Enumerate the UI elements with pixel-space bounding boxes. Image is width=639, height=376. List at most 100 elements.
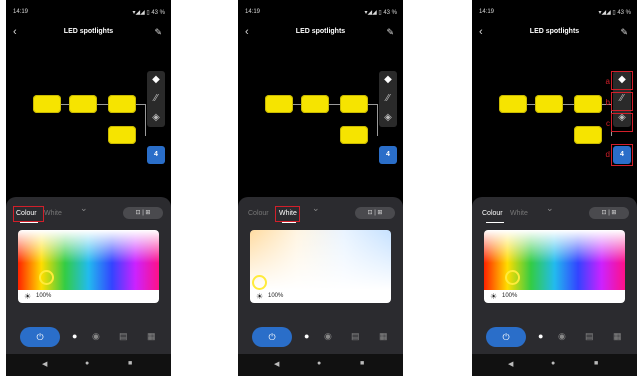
connector-line [145, 104, 146, 136]
spotlight-tile[interactable] [69, 95, 97, 113]
bulb-icon[interactable]: ● [538, 331, 543, 341]
tab-colour[interactable]: Colour [482, 210, 503, 217]
spotlight-tile[interactable] [108, 95, 136, 113]
nav-home-icon[interactable]: ● [85, 360, 89, 367]
schedule-icon[interactable]: ▦ [147, 331, 156, 342]
highlight-box [275, 206, 300, 222]
annotation-d: d [605, 150, 610, 159]
tab-colour[interactable]: Colour [248, 210, 269, 217]
chevron-down-icon[interactable]: ⌄ [546, 203, 554, 214]
highlight-box-d [611, 144, 633, 166]
schedule-icon[interactable]: ▦ [613, 331, 622, 342]
system-nav-bar: ◀ ● ■ [238, 354, 403, 376]
app-header: ‹ LED spotlights ✎ [238, 26, 403, 42]
tab-white[interactable]: White [44, 210, 62, 217]
brightness-slider[interactable]: ☀ 100% [18, 290, 159, 303]
nav-home-icon[interactable]: ● [317, 360, 321, 367]
palette-icon[interactable]: ◉ [92, 331, 100, 342]
selected-count-badge[interactable]: 4 [379, 146, 397, 164]
colour-picker-area[interactable] [484, 230, 625, 290]
sun-icon: ☀ [490, 292, 498, 301]
nav-back-icon[interactable]: ◀ [274, 360, 279, 368]
status-icons: ▾◢◢ ▯ 43 % [364, 10, 397, 16]
status-icons: ▾◢◢ ▯ 43 % [598, 10, 631, 16]
colour-picker-knob[interactable] [39, 270, 54, 285]
brightness-slider[interactable]: ☀ 100% [484, 290, 625, 303]
chevron-down-icon[interactable]: ⌄ [80, 203, 88, 214]
nav-back-icon[interactable]: ◀ [508, 360, 513, 368]
view-toggle-pill[interactable]: ⊡ | ⊞ [589, 207, 629, 219]
scene-icon[interactable]: ▤ [585, 331, 594, 342]
status-bar: 14:19 ▾◢◢ ▯ 43 % [13, 9, 165, 19]
colour-picker-knob[interactable] [505, 270, 520, 285]
nav-recents-icon[interactable]: ■ [128, 360, 132, 367]
highlight-box [13, 206, 44, 222]
page-title: LED spotlights [63, 28, 114, 35]
phone-screen-tools: 14:19 ▾◢◢ ▯ 43 % ‹ LED spotlights ✎ ◆ ⁄⁄… [472, 0, 637, 376]
colour-picker-area[interactable] [18, 230, 159, 290]
eraser-icon[interactable]: ◈ [379, 109, 397, 127]
view-toggle-pill[interactable]: ⊡ | ⊞ [355, 207, 395, 219]
nav-recents-icon[interactable]: ■ [360, 360, 364, 367]
status-bar: 14:19 ▾◢◢ ▯ 43 % [245, 9, 397, 19]
sun-icon: ☀ [24, 292, 32, 301]
palette-icon[interactable]: ◉ [324, 331, 332, 342]
fill-bucket-icon[interactable]: ◆ [147, 71, 165, 89]
spotlight-tile[interactable] [499, 95, 527, 113]
edit-pencil-icon[interactable]: ✎ [154, 27, 162, 38]
sun-icon: ☀ [256, 292, 264, 301]
tab-underline [486, 222, 504, 223]
nav-home-icon[interactable]: ● [551, 360, 555, 367]
pen-icon[interactable]: ⁄⁄ [379, 90, 397, 108]
scene-icon[interactable]: ▤ [351, 331, 360, 342]
tab-underline [282, 222, 296, 223]
status-time: 14:19 [479, 9, 495, 15]
bottom-nav: ⏻ ● ◉ ▤ ▦ [6, 325, 171, 351]
status-bar: 14:19 ▾◢◢ ▯ 43 % [479, 9, 631, 19]
tab-white[interactable]: White [510, 210, 528, 217]
highlight-box-a [611, 71, 633, 90]
eraser-icon[interactable]: ◈ [147, 109, 165, 127]
view-toggle-pill[interactable]: ⊡ | ⊞ [123, 207, 163, 219]
edit-pencil-icon[interactable]: ✎ [386, 27, 394, 38]
spotlight-tile[interactable] [574, 95, 602, 113]
selected-count-badge[interactable]: 4 [147, 146, 165, 164]
brightness-slider[interactable]: ☀ 100% [250, 290, 391, 303]
phone-screen-colour: 14:19 ▾◢◢ ▯ 43 % ‹ LED spotlights ✎ ◆ ⁄⁄… [6, 0, 171, 376]
scene-icon[interactable]: ▤ [119, 331, 128, 342]
spotlight-tile[interactable] [340, 126, 368, 144]
status-icons: ▾◢◢ ▯ 43 % [132, 10, 165, 16]
power-button[interactable]: ⏻ [252, 327, 292, 347]
app-header: ‹ LED spotlights ✎ [472, 26, 637, 42]
white-temperature-area[interactable] [250, 230, 391, 290]
power-button[interactable]: ⏻ [20, 327, 60, 347]
nav-back-icon[interactable]: ◀ [42, 360, 47, 368]
bulb-icon[interactable]: ● [304, 331, 309, 341]
spotlight-tile[interactable] [108, 126, 136, 144]
spotlight-tile[interactable] [301, 95, 329, 113]
chevron-down-icon[interactable]: ⌄ [312, 203, 320, 214]
connector-line [377, 104, 378, 136]
annotation-c: c [606, 119, 610, 128]
page-title: LED spotlights [295, 28, 346, 35]
tool-palette: ◆ ⁄⁄ ◈ [147, 71, 165, 127]
nav-recents-icon[interactable]: ■ [594, 360, 598, 367]
system-nav-bar: ◀ ● ■ [6, 354, 171, 376]
tab-underline [20, 222, 38, 223]
brightness-value: 100% [36, 293, 52, 299]
spotlight-tile[interactable] [265, 95, 293, 113]
power-button[interactable]: ⏻ [486, 327, 526, 347]
schedule-icon[interactable]: ▦ [379, 331, 388, 342]
palette-icon[interactable]: ◉ [558, 331, 566, 342]
white-picker-knob[interactable] [252, 275, 267, 290]
pen-icon[interactable]: ⁄⁄ [147, 90, 165, 108]
page-title: LED spotlights [529, 28, 580, 35]
spotlight-tile[interactable] [574, 126, 602, 144]
bulb-icon[interactable]: ● [72, 331, 77, 341]
fill-bucket-icon[interactable]: ◆ [379, 71, 397, 89]
spotlight-tile[interactable] [340, 95, 368, 113]
spotlight-tile[interactable] [535, 95, 563, 113]
spotlight-tile[interactable] [33, 95, 61, 113]
edit-pencil-icon[interactable]: ✎ [620, 27, 628, 38]
tool-palette: ◆ ⁄⁄ ◈ [379, 71, 397, 127]
